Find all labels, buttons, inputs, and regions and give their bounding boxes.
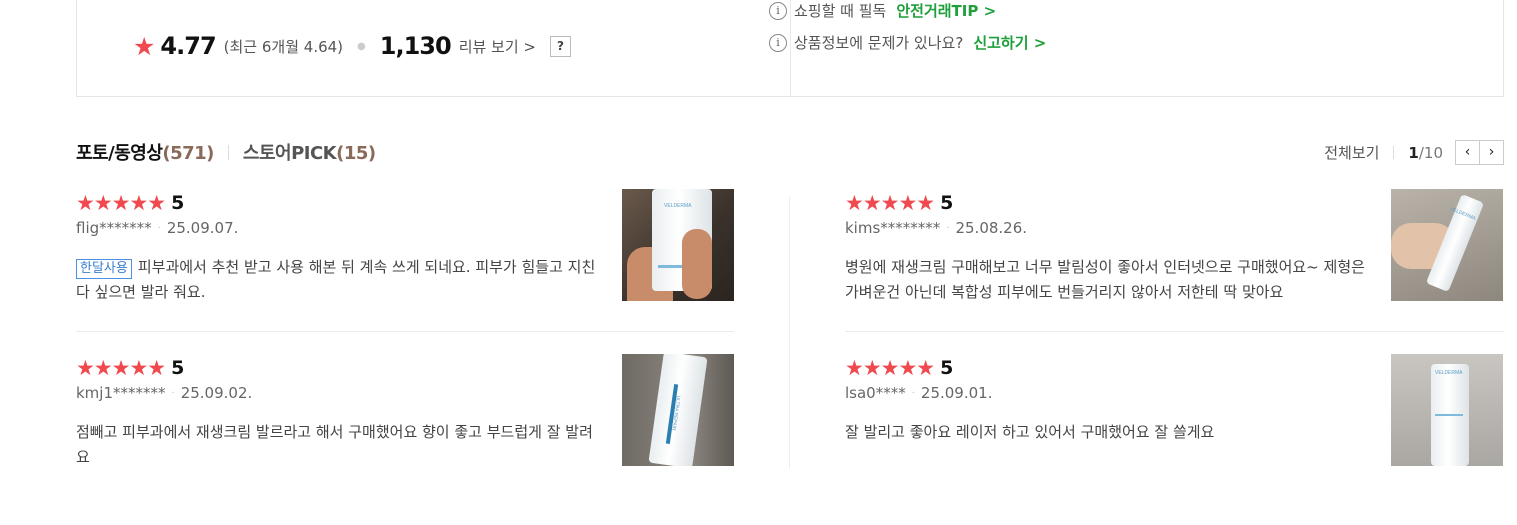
review-meta: kmj1******* · 25.09.02. <box>76 384 252 402</box>
review-text: 점빼고 피부과에서 재생크림 발르라고 해서 구매했어요 향이 좋고 부드럽게 … <box>76 423 593 466</box>
review-meta: kims******** · 25.08.26. <box>845 219 1027 237</box>
star-rating-icon: ★★★★★ <box>845 191 935 215</box>
pager: 전체보기 1/10 ‹ › <box>1324 140 1504 165</box>
row-divider <box>76 331 734 332</box>
review-rating: ★★★★★ 5 <box>76 192 184 214</box>
review-rating: ★★★★★ 5 <box>845 192 953 214</box>
info-icon: i <box>769 1 787 20</box>
review-text: 병원에 재생크림 구매해보고 너무 발림성이 좋아서 인터넷으로 구매했어요~ … <box>845 258 1365 301</box>
dot-separator: · <box>946 223 950 234</box>
info-icon: i <box>769 33 787 52</box>
dot-separator: · <box>157 223 161 234</box>
tab-store-pick[interactable]: 스토어PICK(15) <box>243 139 376 165</box>
dot-separator: · <box>911 388 915 399</box>
view-all-link[interactable]: 전체보기 <box>1324 142 1379 163</box>
review-date: 25.08.26. <box>955 219 1028 237</box>
dot-separator: · <box>171 388 175 399</box>
tab-photo-video[interactable]: 포토/동영상(571) <box>76 139 214 165</box>
review-count: 1,130 <box>379 32 452 60</box>
product-label: VELDERMA <box>664 203 692 209</box>
safe-trade-tip-link[interactable]: 안전거래TIP > <box>896 0 996 21</box>
review-photo[interactable]: VELDERMA <box>1391 354 1503 466</box>
review-score: 5 <box>171 192 185 214</box>
star-icon: ★ <box>133 31 156 61</box>
report-link[interactable]: 신고하기 > <box>973 32 1046 53</box>
review-card[interactable]: ★★★★★ 5 lsa0**** · 25.09.01. 잘 발리고 좋아요 레이저… <box>845 354 1503 469</box>
review-card[interactable]: ★★★★★ 5 kims******** · 25.08.26. 병원에 재생크림 … <box>845 189 1503 305</box>
tab-count: (571) <box>162 143 214 164</box>
info-text: 쇼핑할 때 필독 <box>794 2 887 20</box>
thumb-finger <box>682 229 712 299</box>
review-text-block: 잘 발리고 좋아요 레이저 하고 있어서 구매했어요 잘 쓸게요 <box>845 420 1375 445</box>
next-page-button[interactable]: › <box>1479 140 1504 165</box>
review-text-block: 병원에 재생크림 구매해보고 너무 발림성이 좋아서 인터넷으로 구매했어요~ … <box>845 255 1375 305</box>
review-meta: lsa0**** · 25.09.01. <box>845 384 992 402</box>
reviewer-id: kims******** <box>845 219 941 237</box>
review-view-link[interactable]: 리뷰 보기 > <box>459 36 536 57</box>
current-page: 1 <box>1408 143 1419 162</box>
review-text-block: 한달사용 피부과에서 추천 받고 사용 해본 뒤 계속 쓰게 되네요. 피부가 힘… <box>76 255 606 305</box>
review-score: 5 <box>171 357 185 379</box>
review-card[interactable]: ★★★★★ 5 kmj1******* · 25.09.02. 점빼고 피부과에서 … <box>76 354 734 470</box>
help-button[interactable]: ? <box>550 35 571 57</box>
safe-trade-info: i 쇼핑할 때 필독 안전거래TIP > <box>769 0 996 21</box>
pager-separator <box>1393 146 1395 159</box>
column-divider <box>789 197 790 469</box>
review-rating: ★★★★★ 5 <box>845 357 953 379</box>
review-rating: ★★★★★ 5 <box>76 357 184 379</box>
reviewer-id: kmj1******* <box>76 384 166 402</box>
product-stripe <box>1435 414 1463 416</box>
rating-summary: ★ 4.77 (최근 6개월 4.64) ● 1,130 리뷰 보기 > ? <box>133 31 571 61</box>
tab-count: (15) <box>336 143 376 164</box>
tab-label: 스토어PICK <box>242 143 337 164</box>
recent-rating: (최근 6개월 4.64) <box>223 37 344 56</box>
product-label: VELDERMA <box>1435 370 1463 376</box>
star-rating-icon: ★★★★★ <box>76 191 166 215</box>
tab-separator <box>227 144 229 160</box>
usage-badge: 한달사용 <box>76 259 132 279</box>
tab-label: 포토/동영상 <box>76 143 163 164</box>
report-info: i 상품정보에 문제가 있나요? 신고하기 > <box>769 32 1046 53</box>
average-rating: 4.77 <box>160 32 216 60</box>
review-meta: flig******* · 25.09.07. <box>76 219 238 237</box>
review-date: 25.09.07. <box>166 219 239 237</box>
review-date: 25.09.02. <box>180 384 253 402</box>
review-score: 5 <box>940 357 954 379</box>
review-photo[interactable]: ULTRA REPAIR <box>622 354 734 466</box>
reviewer-id: lsa0**** <box>845 384 906 402</box>
review-card[interactable]: ★★★★★ 5 flig******* · 25.09.07. 한달사용 피부과에서 … <box>76 189 734 305</box>
star-rating-icon: ★★★★★ <box>76 356 166 380</box>
review-date: 25.09.01. <box>920 384 993 402</box>
dot-separator: ● <box>357 40 366 52</box>
star-rating-icon: ★★★★★ <box>845 356 935 380</box>
total-pages: /10 <box>1418 143 1443 162</box>
reviewer-id: flig******* <box>76 219 152 237</box>
review-score: 5 <box>940 192 954 214</box>
review-photo[interactable]: VELDERMA <box>1391 189 1503 301</box>
info-text: 상품정보에 문제가 있나요? <box>794 34 964 52</box>
review-text-block: 점빼고 피부과에서 재생크림 발르라고 해서 구매했어요 향이 좋고 부드럽게 … <box>76 420 606 470</box>
page-indicator: 1/10 <box>1408 144 1443 162</box>
row-divider <box>845 331 1504 332</box>
review-tabs: 포토/동영상(571) 스토어PICK(15) <box>76 139 376 165</box>
prev-page-button[interactable]: ‹ <box>1455 140 1480 165</box>
review-photo[interactable]: VELDERMA <box>622 189 734 301</box>
review-text: 잘 발리고 좋아요 레이저 하고 있어서 구매했어요 잘 쓸게요 <box>845 423 1215 441</box>
review-text: 피부과에서 추천 받고 사용 해본 뒤 계속 쓰게 되네요. 피부가 힘들고 지… <box>76 258 596 301</box>
